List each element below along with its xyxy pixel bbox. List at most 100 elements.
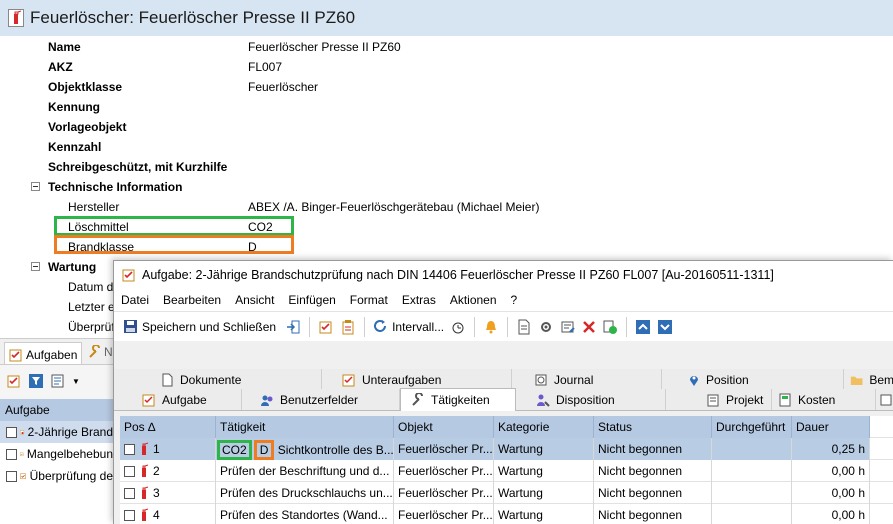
exit-icon[interactable] (285, 319, 301, 335)
column-header-durchgefuehrt[interactable]: Durchgeführt (712, 416, 792, 438)
save-close-button[interactable]: Speichern und Schließen (120, 319, 279, 334)
tab-taetigkeiten[interactable]: Tätigkeiten (400, 388, 516, 411)
fire-extinguisher-icon (142, 442, 149, 455)
property-row-objektklasse: Objektklasse Feuerlöscher (48, 80, 319, 94)
tab-projekt[interactable]: Projekt (666, 389, 772, 410)
bell-icon[interactable] (483, 319, 499, 335)
document-icon[interactable] (516, 319, 532, 335)
tab-kosten[interactable]: Kosten (772, 389, 876, 410)
tab-aufgabe[interactable]: Aufgabe (114, 389, 242, 410)
dropdown-arrow-icon[interactable]: ▼ (72, 377, 80, 386)
property-row-vorlageobjekt: Vorlageobjekt (48, 120, 127, 134)
tab-more[interactable] (876, 389, 893, 410)
fire-extinguisher-icon (8, 9, 24, 27)
menu-ansicht[interactable]: Ansicht (235, 293, 274, 307)
activities-grid: Pos ∆ Tätigkeit Objekt Kategorie Status … (120, 416, 893, 524)
dialog-toolbar: Speichern und Schließen Intervall... (114, 311, 893, 341)
calendar-icon (880, 394, 892, 405)
task-icon (142, 394, 155, 406)
property-row-kennzahl: Kennzahl (48, 140, 102, 154)
column-header-pos[interactable]: Pos ∆ (120, 416, 216, 438)
tab-dokumente[interactable]: Dokumente (114, 369, 322, 390)
menu-datei[interactable]: Datei (121, 293, 149, 307)
tab-position[interactable]: Position (662, 369, 844, 390)
copy-icon[interactable] (602, 319, 618, 335)
toolbar-separator (626, 316, 628, 337)
intervall-button[interactable]: Intervall... (373, 319, 444, 334)
arrow-up-icon[interactable] (635, 319, 651, 335)
view-icon[interactable] (50, 373, 66, 389)
delete-icon[interactable] (582, 320, 596, 334)
tab-disposition[interactable]: Disposition (516, 389, 666, 410)
property-row-name: Name Feuerlöscher Presse II PZ60 (48, 40, 401, 54)
menu-format[interactable]: Format (350, 293, 388, 307)
menu-einfuegen[interactable]: Einfügen (288, 293, 335, 307)
filter-icon[interactable] (28, 373, 44, 389)
menu-extras[interactable]: Extras (402, 293, 436, 307)
tab-row-2: Aufgabe Benutzerfelder Tätigkeiten Dispo… (114, 388, 893, 411)
task-icon (20, 452, 24, 456)
list-item[interactable]: Überprüfung de (0, 465, 113, 487)
tab-benutzerfelder[interactable]: Benutzerfelder (242, 389, 400, 410)
tasks-tabbar: Aufgaben N (0, 339, 113, 365)
toolbar-separator (309, 316, 311, 337)
settings-icon[interactable] (538, 319, 554, 335)
column-header-taetigkeit[interactable]: Tätigkeit (216, 416, 394, 438)
document-icon (162, 373, 173, 386)
form-edit-icon[interactable] (560, 319, 576, 335)
map-pin-icon (690, 375, 698, 386)
property-row-hersteller: Hersteller ABEX /A. Binger-Feuerlöschgerä… (68, 200, 540, 214)
row-checkbox[interactable] (124, 487, 135, 499)
table-row[interactable]: 2 Prüfen der Beschriftung und d... Feuer… (120, 460, 893, 482)
toolbar-separator (507, 316, 509, 337)
column-header-kategorie[interactable]: Kategorie (494, 416, 594, 438)
row-checkbox[interactable] (124, 509, 135, 521)
collapse-icon[interactable] (31, 182, 40, 191)
tab-n[interactable]: N (88, 345, 113, 359)
tab-aufgaben[interactable]: Aufgaben (4, 342, 83, 364)
menu-bar: Datei Bearbeiten Ansicht Einfügen Format… (114, 289, 893, 311)
menu-help[interactable]: ? (511, 293, 518, 307)
tasks-list-header[interactable]: Aufgabe (0, 399, 113, 421)
menu-aktionen[interactable]: Aktionen (450, 293, 497, 307)
task-checkbox[interactable] (6, 448, 17, 460)
clipboard-icon[interactable] (340, 319, 356, 335)
column-header-objekt[interactable]: Objekt (394, 416, 494, 438)
property-row-kennung: Kennung (48, 100, 100, 114)
calculator-icon (779, 393, 791, 406)
row-checkbox[interactable] (124, 443, 135, 455)
tab-journal[interactable]: Journal (512, 369, 662, 390)
task-recurring-icon (20, 429, 25, 434)
task-checkbox[interactable] (6, 426, 17, 438)
toolbar-separator (474, 316, 476, 337)
table-row[interactable]: 4 Prüfen des Standortes (Wand... Feuerlö… (120, 504, 893, 524)
group-technical-information[interactable]: Technische Information (0, 177, 893, 197)
table-row[interactable]: 3 Prüfen des Druckschlauchs un... Feuerl… (120, 482, 893, 504)
table-row[interactable]: 1 CO2 D Sichtkontrolle des B... Feuerlösc… (120, 438, 893, 460)
task-dialog: Aufgabe: 2-Jährige Brandschutzprüfung na… (113, 260, 893, 524)
collapse-icon[interactable] (31, 262, 40, 271)
property-row-schreibgeschuetzt: Schreibgeschützt, mit Kurzhilfe (48, 160, 228, 174)
tasks-toolbar: ▼ (0, 366, 113, 396)
new-task-icon[interactable] (6, 373, 22, 389)
menu-bearbeiten[interactable]: Bearbeiten (163, 293, 221, 307)
dialog-title-bar: Aufgabe: 2-Jährige Brandschutzprüfung na… (114, 261, 893, 289)
new-task-icon[interactable] (318, 319, 334, 335)
row-checkbox[interactable] (124, 465, 135, 477)
main-title-bar: Feuerlöscher: Feuerlöscher Presse II PZ6… (0, 0, 893, 36)
task-icon (122, 269, 135, 282)
main-title-text: Feuerlöscher: Feuerlöscher Presse II PZ6… (30, 8, 356, 27)
column-header-status[interactable]: Status (594, 416, 712, 438)
list-item[interactable]: Mangelbehebun (0, 443, 113, 465)
arrow-down-icon[interactable] (657, 319, 673, 335)
tab-row-1: Dokumente Unteraufgaben Journal Position… (114, 369, 893, 390)
fire-extinguisher-icon (142, 508, 149, 521)
column-header-dauer[interactable]: Dauer (792, 416, 870, 438)
task-icon (20, 472, 26, 479)
fire-extinguisher-icon (142, 464, 149, 477)
timer-icon[interactable] (450, 319, 466, 335)
tab-bemerkung[interactable]: Bem (844, 369, 893, 390)
task-checkbox[interactable] (6, 470, 17, 482)
list-item[interactable]: 2-Jährige Brand (0, 421, 113, 443)
tab-unteraufgaben[interactable]: Unteraufgaben (322, 369, 512, 390)
